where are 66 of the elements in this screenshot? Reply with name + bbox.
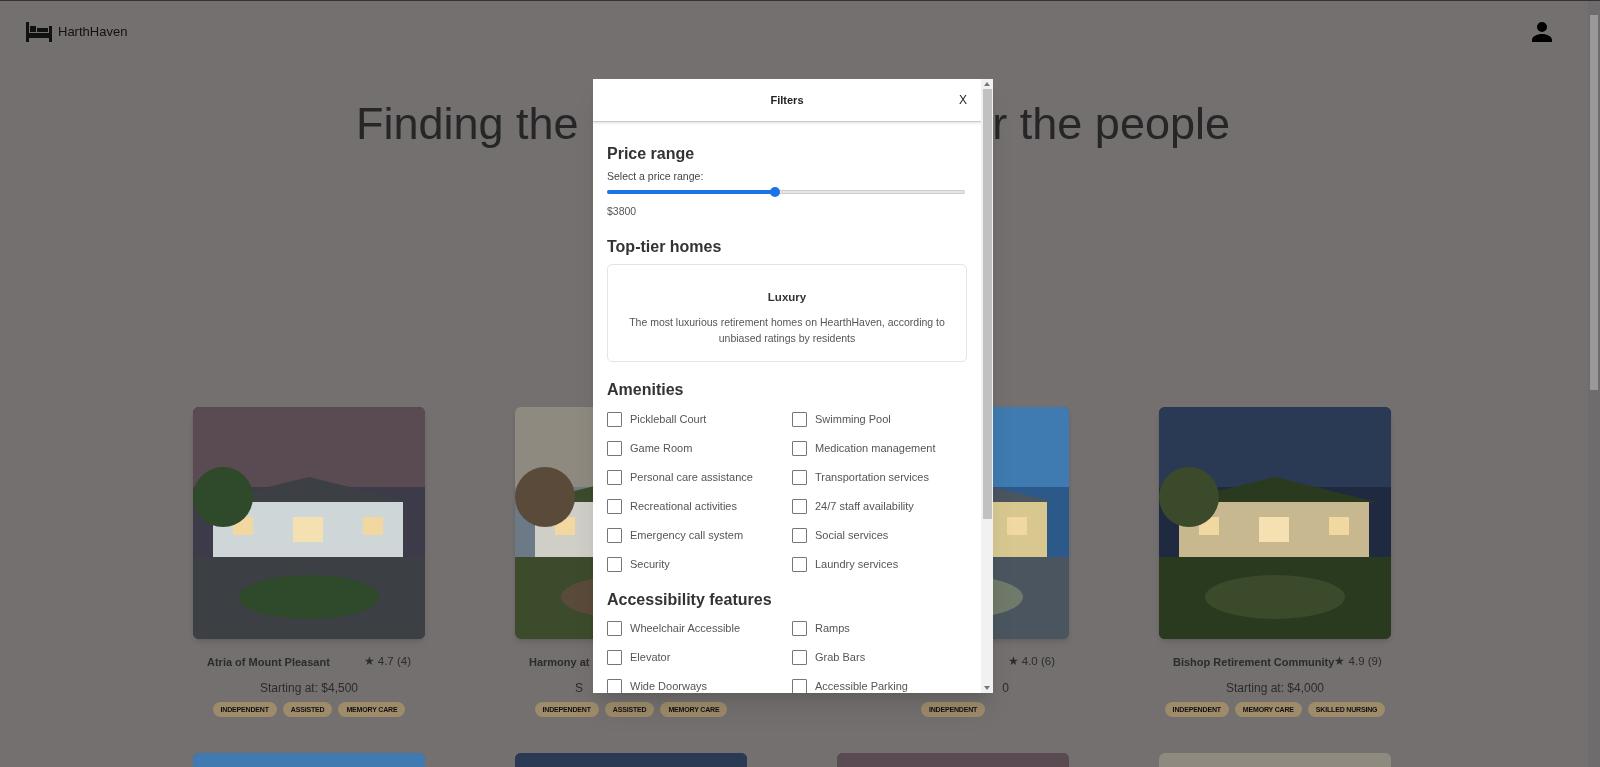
card-title: Bishop Retirement Community [1173,654,1335,670]
card-rating: ★ 4.9 (9) [1334,654,1382,670]
checkbox-label: Social services [815,527,889,543]
hero-heading: Finding the [356,97,579,152]
user-icon[interactable] [1530,20,1554,44]
section-heading: Top-tier homes [607,236,723,257]
hero-heading: r the people [992,97,1230,152]
checkbox-label: Swimming Pool [815,411,891,427]
checkbox[interactable] [792,527,807,543]
checkbox[interactable] [792,498,807,514]
checkbox[interactable] [792,620,807,636]
luxury-title: Luxury [767,289,807,305]
luxury-description: The most luxurious retirement homes on HearthHaven, according to unbiased ratings by residents [628,315,946,347]
checkbox-label: 24/7 staff availability [815,498,914,514]
checkbox[interactable] [607,411,622,427]
luxury-card[interactable]: Luxury The most luxurious retirement homes on HearthHaven, according to unbiased ratings by residents [607,263,967,362]
checkbox-label: Medication management [815,440,936,456]
price-text: Starting at: $4,500 [259,680,359,695]
checkbox-label: Accessible Parking [815,678,908,693]
section-heading: Price range [607,144,696,164]
price-text: S [575,680,583,695]
checkbox[interactable] [792,411,807,427]
checkbox-label: Wheelchair Accessible [630,620,741,636]
slider-thumb[interactable] [770,186,781,197]
checkbox-label: Elevator [630,649,671,665]
scrollbar-thumb[interactable] [982,89,992,519]
checkbox-label: Laundry services [815,556,899,572]
checkbox[interactable] [792,469,807,485]
checkbox[interactable] [607,440,622,456]
checkbox[interactable] [792,440,807,456]
dialog-title: Filters [770,92,804,108]
checkbox-label: Personal care assistance [630,469,753,485]
checkbox[interactable] [607,498,622,514]
card-rating: ★ 4.0 (6) [1007,654,1055,670]
checkbox-label: Emergency call system [630,527,744,543]
price-text: Starting at: $4,000 [1225,680,1325,695]
checkbox-label: Security [630,556,670,572]
logo-text[interactable]: HarthHaven [58,22,128,42]
price-value: $3800 [607,203,638,219]
price-slider[interactable] [607,185,965,198]
card-title: Harmony at [529,654,590,670]
checkbox[interactable] [607,678,622,693]
checkbox-label: Wide Doorways [630,678,708,693]
price-text: 0 [1002,680,1009,695]
card-title: Atria of Mount Pleasant [207,654,330,670]
slider-label: Select a price range: [607,169,705,184]
checkbox[interactable] [792,678,807,693]
section-heading: Amenities [607,379,685,400]
checkbox-label: Grab Bars [815,649,866,665]
checkbox-label: Transportation services [815,469,929,485]
checkbox-label: Recreational activities [630,498,737,514]
bed-icon [26,22,52,42]
scrollbar-thumb[interactable] [1590,15,1598,390]
checkbox[interactable] [607,620,622,636]
checkbox[interactable] [792,649,807,665]
checkbox-label: Ramps [815,620,850,636]
section-heading: Accessibility features [607,589,773,610]
checkbox[interactable] [607,527,622,543]
checkbox[interactable] [607,469,622,485]
checkbox[interactable] [607,556,622,572]
checkbox[interactable] [792,556,807,572]
checkbox-label: Game Room [630,440,693,456]
card-rating: ★ 4.7 (4) [363,654,411,670]
checkbox[interactable] [607,649,622,665]
checkbox-label: Pickleball Court [630,411,707,427]
close-button[interactable]: X [959,91,967,109]
